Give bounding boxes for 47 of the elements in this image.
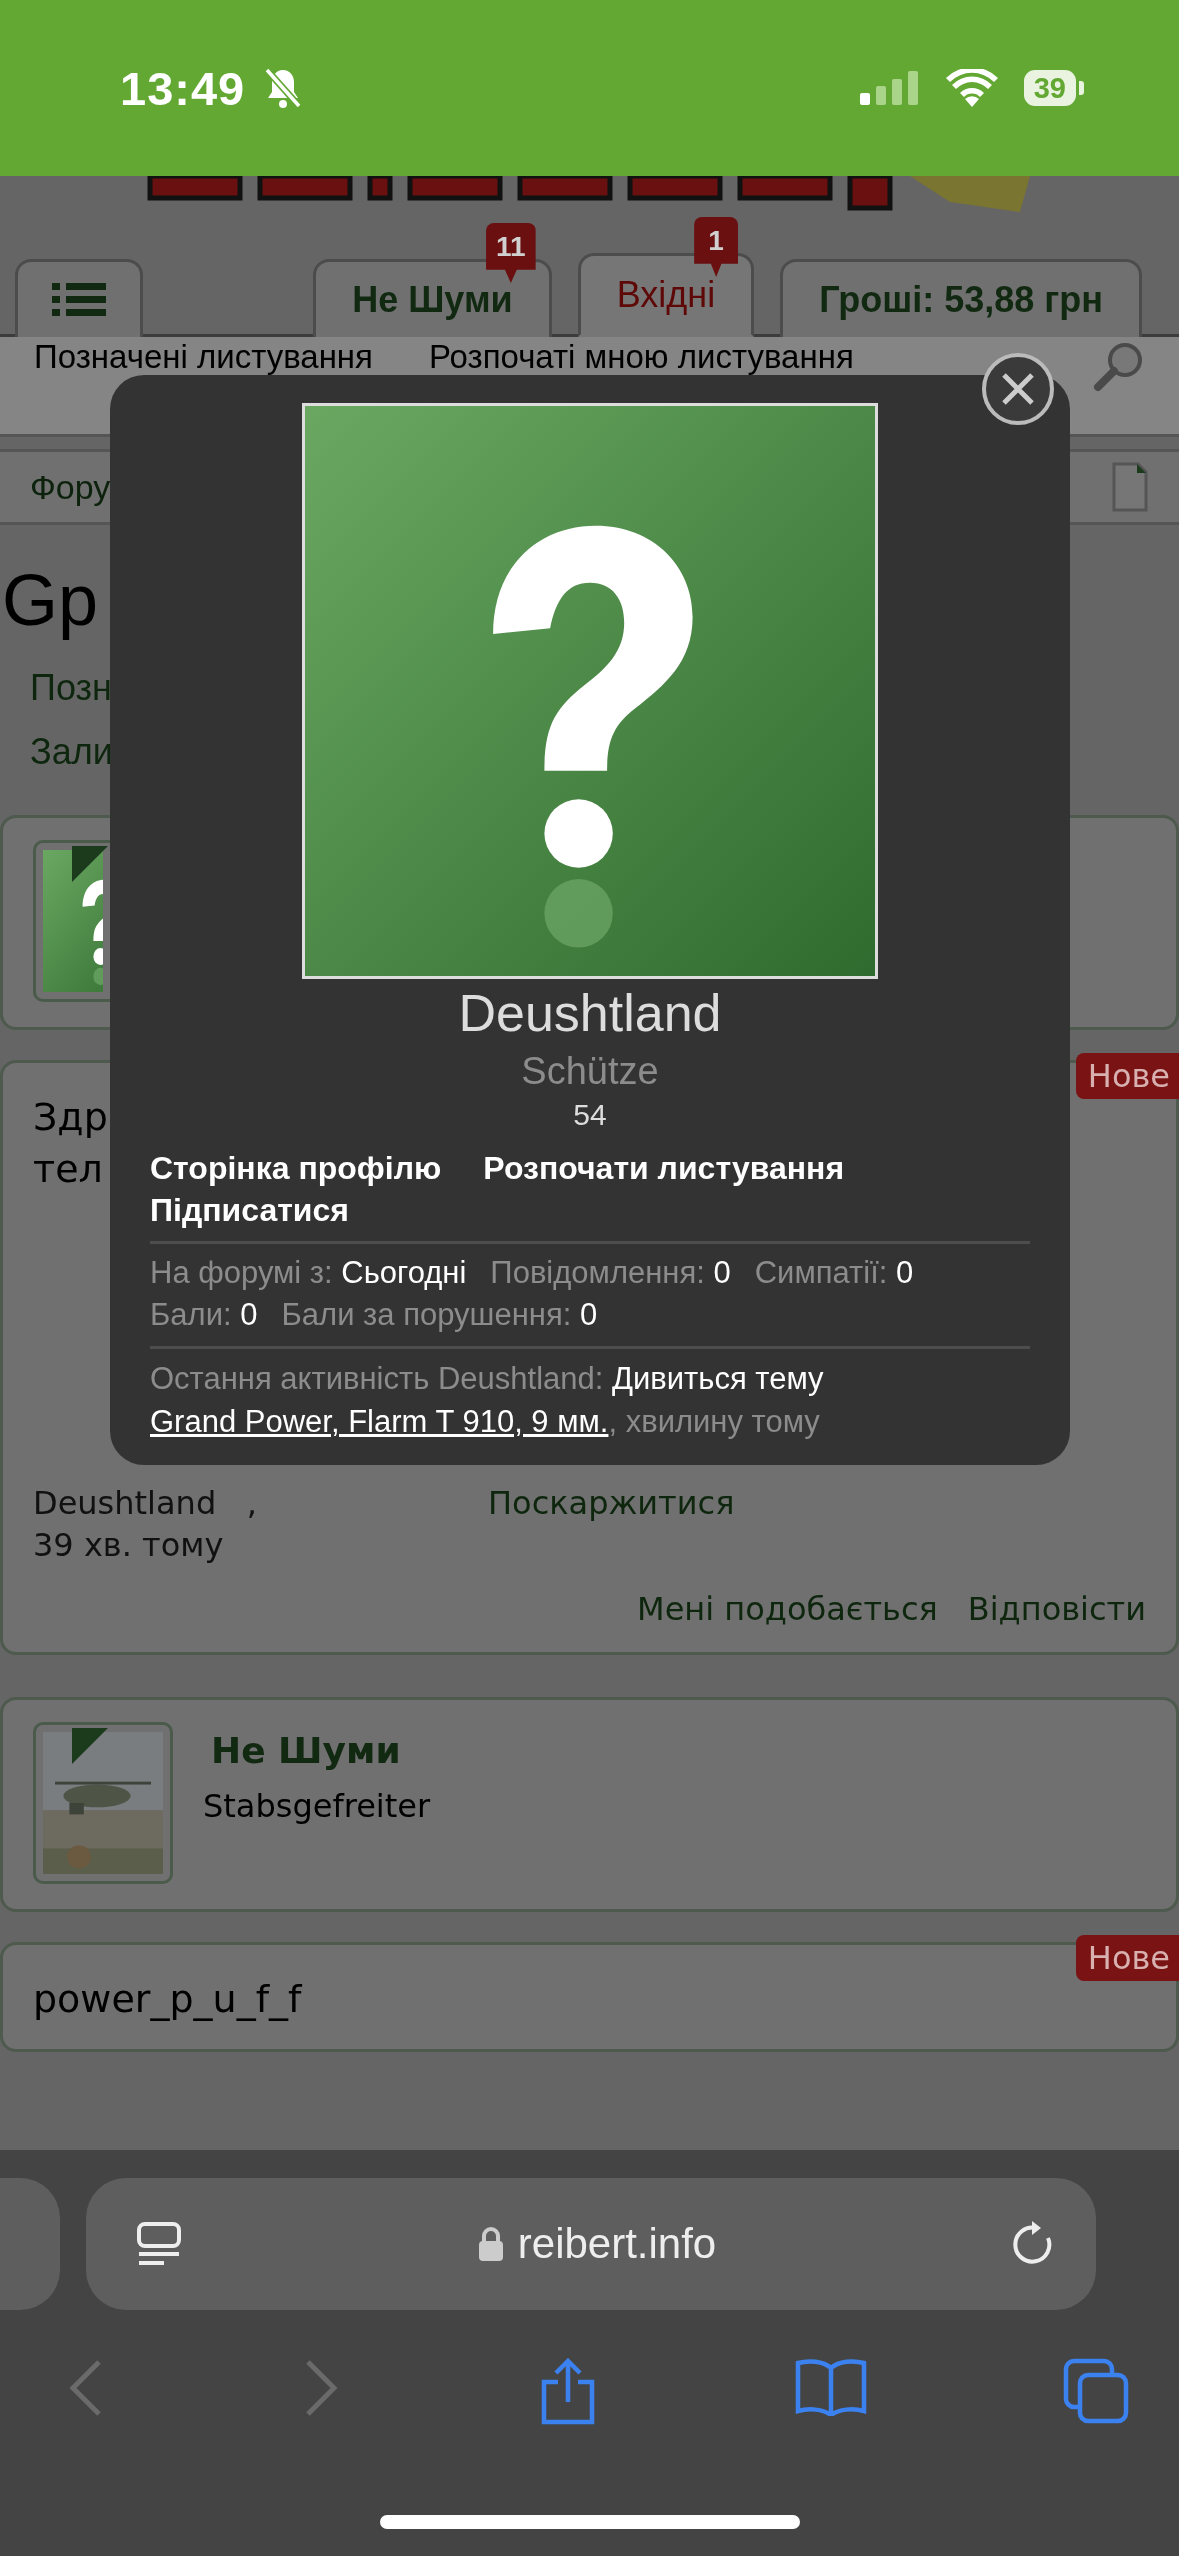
page-menu-icon[interactable] [136, 2221, 182, 2267]
user-title: Schütze [520, 1049, 660, 1093]
tab[interactable]: Не Шуми [313, 259, 552, 337]
thread-title: Gp [2, 560, 99, 640]
thread-link[interactable]: Grand Power, Flarm T 910, 9 мм. [150, 1404, 609, 1439]
user-rank: Stabsgefreiter [203, 1787, 431, 1825]
lock-icon [477, 2226, 504, 2262]
activity-text: Остання активність Deushtland: Дивиться тему Grand Power, Flarm T 910, 9 мм., хвилину тому [150, 1360, 825, 1441]
stat-text: Симпатії: 0 [754, 1254, 914, 1292]
profile-link[interactable]: Сторінка профілю [150, 1147, 442, 1189]
url-text: reibert.info [517, 2220, 717, 2268]
book-icon[interactable] [794, 2358, 867, 2416]
message-text: Здр [33, 1094, 108, 1141]
action-link[interactable]: Відповісти [967, 1590, 1146, 1628]
profile-link[interactable]: Розпочати листування [483, 1147, 845, 1189]
profile-link[interactable]: Підписатися [150, 1189, 349, 1231]
battery-indicator: 39 [1023, 70, 1084, 106]
profile-name: Deushtland [457, 983, 723, 1043]
menu-tab[interactable] [15, 259, 143, 337]
wifi-icon [945, 69, 998, 107]
nav-link[interactable]: Позначені листування [34, 340, 373, 373]
document-icon[interactable] [1111, 461, 1149, 513]
stat-text: Бали за порушення: 0 [281, 1296, 598, 1334]
address-bar[interactable]: reibert.info [86, 2178, 1096, 2310]
breadcrumb-link[interactable]: Фору [30, 467, 111, 507]
tab[interactable]: Гроші: 53,88 грн [780, 259, 1142, 337]
search-icon[interactable] [1093, 340, 1145, 392]
username-link[interactable]: Не Шуми [203, 1730, 401, 1771]
message-text: тел [33, 1146, 103, 1193]
report-link[interactable]: Поскаржитися [488, 1482, 735, 1524]
new-badge: Нове [1075, 1935, 1179, 1981]
stat-text: Бали: 0 [150, 1296, 258, 1334]
clock-time: 13:49 [120, 60, 246, 116]
author-time: Deushtland , 39 хв. тому [33, 1483, 257, 1566]
tabs-icon[interactable] [1063, 2358, 1129, 2424]
stat-text: На форумі з: Сьогодні [150, 1254, 467, 1292]
close-icon [1001, 372, 1035, 406]
tab-preview[interactable] [0, 2178, 60, 2310]
new-badge: Нове [1075, 1053, 1179, 1099]
nav-link[interactable]: Розпочаті мною листування [428, 340, 854, 373]
message-text: power_p_u_f_f [33, 1976, 303, 2023]
stat-text: Повідомлення: 0 [490, 1254, 731, 1292]
signal-icon [859, 71, 918, 105]
action-link[interactable]: Мені подобається [637, 1590, 938, 1628]
user-number: 54 [572, 1097, 608, 1133]
list-icon [52, 282, 106, 317]
tab[interactable]: Вхідні [577, 253, 755, 337]
